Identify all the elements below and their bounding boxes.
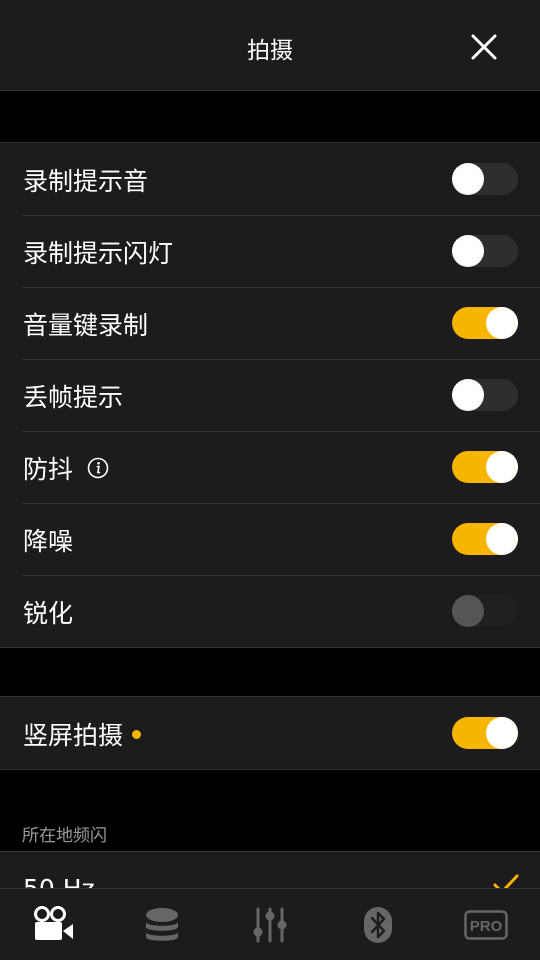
settings-group-recording: 录制提示音 录制提示闪灯 音量键录制 丢帧提示 防抖 降噪 锐化 <box>0 142 540 648</box>
sliders-icon <box>253 907 287 943</box>
setting-label-text: 竖屏拍摄 <box>23 721 124 750</box>
tab-shooting[interactable] <box>0 889 108 960</box>
toggle-knob <box>452 163 484 195</box>
tab-storage[interactable] <box>108 889 216 960</box>
sharpen-toggle[interactable] <box>452 595 518 627</box>
setting-label: 录制提示音 <box>23 167 149 196</box>
setting-row-volume-key-record: 音量键录制 <box>0 287 540 359</box>
toggle-knob <box>486 307 518 339</box>
storage-stack-icon <box>146 908 178 941</box>
setting-label: 降噪 <box>23 527 74 556</box>
tab-pro[interactable]: PRO <box>432 889 540 960</box>
pro-badge-label: PRO <box>470 918 503 935</box>
header-bar: 拍摄 <box>0 0 540 91</box>
setting-row-sharpen: 锐化 <box>0 575 540 647</box>
setting-row-frame-drop-alert: 丢帧提示 <box>0 359 540 431</box>
settings-group-portrait: 竖屏拍摄 <box>0 696 540 770</box>
noise-reduction-toggle[interactable] <box>452 523 518 555</box>
setting-label: 丢帧提示 <box>23 383 124 412</box>
setting-row-noise-reduction: 降噪 <box>0 503 540 575</box>
new-indicator-dot <box>132 729 142 739</box>
record-sound-toggle[interactable] <box>452 163 518 195</box>
setting-row-record-sound: 录制提示音 <box>0 143 540 215</box>
volume-key-record-toggle[interactable] <box>452 307 518 339</box>
stabilization-toggle[interactable] <box>452 451 518 483</box>
toggle-knob <box>452 379 484 411</box>
close-icon <box>471 34 497 60</box>
close-button[interactable] <box>463 26 505 68</box>
setting-label-text: 防抖 <box>23 455 74 484</box>
toggle-knob <box>452 235 484 267</box>
pro-badge-icon: PRO <box>464 910 508 940</box>
setting-row-portrait-shooting: 竖屏拍摄 <box>0 697 540 769</box>
frame-drop-alert-toggle[interactable] <box>452 379 518 411</box>
setting-row-stabilization: 防抖 <box>0 431 540 503</box>
toggle-knob <box>486 717 518 749</box>
info-icon[interactable] <box>87 457 109 479</box>
portrait-shooting-toggle[interactable] <box>452 717 518 749</box>
tab-bluetooth[interactable] <box>324 889 432 960</box>
record-flash-toggle[interactable] <box>452 235 518 267</box>
toggle-knob <box>486 451 518 483</box>
toggle-knob <box>486 523 518 555</box>
bottom-tab-bar: PRO <box>0 888 540 960</box>
movie-camera-icon <box>34 906 73 940</box>
bluetooth-icon <box>364 907 392 943</box>
setting-label: 音量键录制 <box>23 311 149 340</box>
toggle-knob <box>452 595 484 627</box>
flicker-section-label: 所在地频闪 <box>22 826 107 846</box>
setting-label: 录制提示闪灯 <box>23 239 174 268</box>
page-title: 拍摄 <box>247 38 293 64</box>
tab-adjustments[interactable] <box>216 889 324 960</box>
setting-label: 锐化 <box>23 599 74 628</box>
setting-row-record-flash: 录制提示闪灯 <box>0 215 540 287</box>
setting-label: 竖屏拍摄 <box>23 716 142 752</box>
setting-label: 防抖 <box>23 450 109 486</box>
